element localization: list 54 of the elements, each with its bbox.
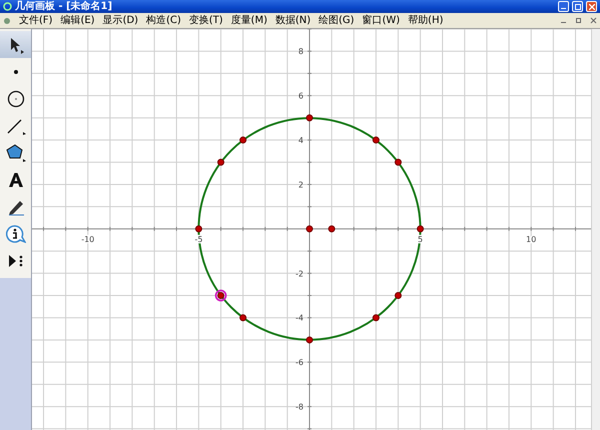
- axis-tick-label: 5: [418, 234, 424, 244]
- menu-item[interactable]: 度量(M): [230, 14, 268, 28]
- axis-tick-label: 4: [298, 136, 304, 146]
- point-marker[interactable]: [240, 314, 247, 322]
- close-button[interactable]: [586, 1, 597, 12]
- point-marker[interactable]: [394, 158, 402, 166]
- menu-item[interactable]: 绘图(G): [318, 14, 354, 28]
- maximize-icon: [574, 4, 580, 10]
- close-icon: [588, 4, 594, 10]
- axis-tick-label: 8: [298, 47, 304, 56]
- axis-tick-label: -2: [296, 269, 304, 278]
- menu-item[interactable]: 数据(N): [275, 14, 311, 28]
- point-marker[interactable]: [240, 136, 247, 144]
- point-marker[interactable]: [394, 292, 402, 300]
- point-marker[interactable]: [417, 225, 424, 232]
- maximize-button[interactable]: [572, 1, 583, 12]
- point-marker[interactable]: [306, 114, 314, 122]
- point-marker[interactable]: [306, 336, 314, 344]
- axis-tick-label: -8: [296, 402, 304, 412]
- scroll-bar[interactable]: [591, 29, 600, 430]
- menu-item[interactable]: 文件(F): [19, 14, 53, 28]
- pentagon-icon: [6, 144, 26, 162]
- close-icon[interactable]: [590, 17, 597, 24]
- minimize-button[interactable]: [558, 1, 569, 12]
- menu-item[interactable]: 显示(D): [102, 14, 138, 28]
- point-marker[interactable]: [218, 158, 225, 166]
- axis-tick-label: 6: [298, 92, 304, 101]
- document-icon: [3, 16, 11, 24]
- menu-item[interactable]: 构造(C): [146, 14, 181, 28]
- line-segment-icon: [6, 116, 26, 134]
- play-dots-icon: [8, 254, 24, 268]
- point-marker[interactable]: [372, 136, 380, 144]
- selected-point-marker[interactable]: [215, 290, 227, 302]
- point-icon: [14, 70, 18, 74]
- circle-icon: [6, 90, 24, 108]
- menu-item[interactable]: 编辑(E): [60, 14, 95, 28]
- axis-tick-label: -4: [296, 314, 304, 323]
- axis-tick-label: 10: [526, 234, 536, 244]
- info-icon: [6, 224, 26, 242]
- tool-button[interactable]: [0, 31, 31, 58]
- axis-tick-label: -6: [296, 358, 304, 368]
- restore-icon[interactable]: [575, 17, 582, 24]
- menu-item[interactable]: 帮助(H): [408, 14, 444, 28]
- axis-tick-label: 2: [298, 180, 304, 190]
- app-icon: [3, 2, 12, 11]
- menu-item[interactable]: 变换(T): [189, 14, 223, 28]
- point-marker[interactable]: [306, 225, 314, 232]
- point-marker[interactable]: [372, 314, 380, 322]
- axis-tick-label: -10: [82, 234, 95, 244]
- window-title: 几何画板 - [未命名1]: [15, 0, 114, 13]
- point-marker[interactable]: [195, 225, 202, 232]
- menu-item[interactable]: 窗口(W): [362, 14, 400, 28]
- point-marker[interactable]: [328, 225, 336, 232]
- letter-a-icon: [8, 172, 24, 188]
